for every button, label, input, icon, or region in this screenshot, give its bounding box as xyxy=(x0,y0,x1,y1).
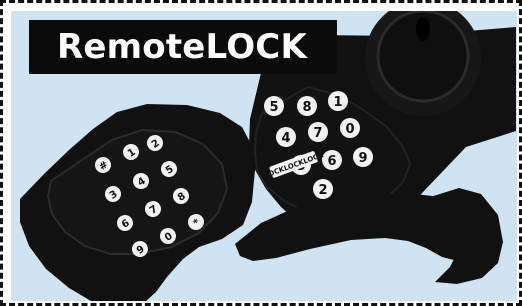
image-frame: 5 8 1 4 7 0 6 9 2 LOCKLOCKLOCK # 1 2 3 4… xyxy=(0,0,522,306)
page-title: RemoteLOCK xyxy=(57,27,307,67)
svg-text:9: 9 xyxy=(358,151,367,166)
svg-text:8: 8 xyxy=(302,100,311,115)
deadbolt-key-6: 6 xyxy=(322,150,342,170)
deadbolt-key-5: 5 xyxy=(264,96,284,116)
deadbolt-key-0: 0 xyxy=(340,118,360,138)
deadbolt-key-8: 8 xyxy=(297,96,317,116)
photo-panel: 5 8 1 4 7 0 6 9 2 LOCKLOCKLOCK # 1 2 3 4… xyxy=(11,11,517,301)
svg-text:5: 5 xyxy=(269,100,278,115)
deadbolt-key-2: 2 xyxy=(313,179,333,199)
deadbolt-key-7: 7 xyxy=(308,122,328,142)
svg-text:4: 4 xyxy=(281,131,290,146)
deadbolt-key-4: 4 xyxy=(276,127,296,147)
svg-text:7: 7 xyxy=(313,126,322,141)
svg-text:6: 6 xyxy=(327,154,336,169)
deadbolt-key-1: 1 xyxy=(328,91,348,111)
svg-text:1: 1 xyxy=(333,95,342,110)
svg-text:2: 2 xyxy=(318,183,327,198)
title-bar: RemoteLOCK xyxy=(29,20,337,74)
deadbolt-key-9: 9 xyxy=(353,147,373,167)
deadbolt-keyway xyxy=(416,17,430,41)
svg-text:0: 0 xyxy=(345,122,354,137)
